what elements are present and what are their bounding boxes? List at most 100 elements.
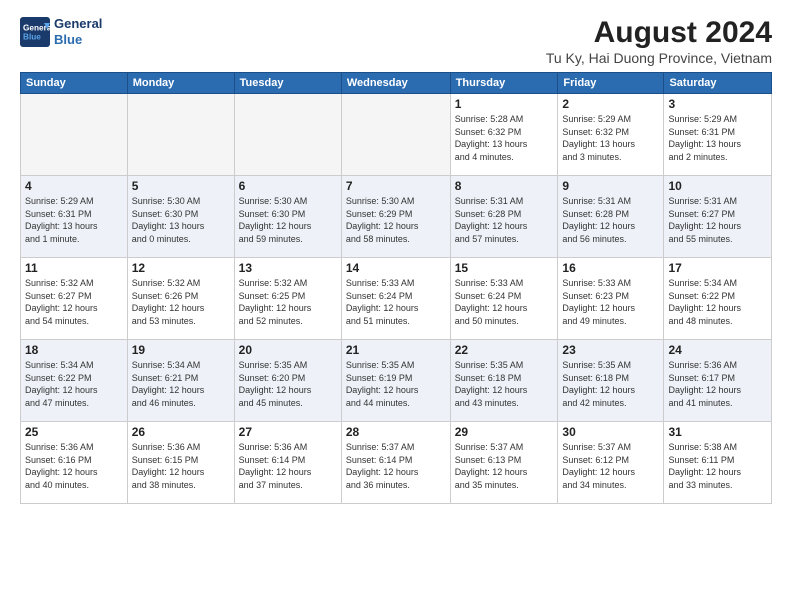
calendar-cell: 31 Sunrise: 5:38 AM Sunset: 6:11 PM Dayli…: [664, 422, 772, 504]
calendar-cell: [234, 94, 341, 176]
day-info: Sunrise: 5:37 AM Sunset: 6:13 PM Dayligh…: [455, 441, 554, 491]
calendar-cell: 19 Sunrise: 5:34 AM Sunset: 6:21 PM Dayli…: [127, 340, 234, 422]
day-number: 22: [455, 343, 554, 357]
week-row-1: 1 Sunrise: 5:28 AM Sunset: 6:32 PM Daylig…: [21, 94, 772, 176]
day-number: 21: [346, 343, 446, 357]
day-number: 17: [668, 261, 767, 275]
calendar-cell: 20 Sunrise: 5:35 AM Sunset: 6:20 PM Dayli…: [234, 340, 341, 422]
calendar-cell: 15 Sunrise: 5:33 AM Sunset: 6:24 PM Dayli…: [450, 258, 558, 340]
day-number: 11: [25, 261, 123, 275]
calendar-cell: 6Sunrise: 5:30 AM Sunset: 6:30 PM Daylig…: [234, 176, 341, 258]
day-info: Sunrise: 5:36 AM Sunset: 6:15 PM Dayligh…: [132, 441, 230, 491]
calendar-cell: 7 Sunrise: 5:30 AM Sunset: 6:29 PM Daylig…: [341, 176, 450, 258]
page: General Blue General Blue August 2024 Tu…: [0, 0, 792, 612]
svg-text:Blue: Blue: [23, 32, 41, 41]
calendar-cell: 17 Sunrise: 5:34 AM Sunset: 6:22 PM Dayli…: [664, 258, 772, 340]
calendar-cell: [341, 94, 450, 176]
weekday-header-row: SundayMondayTuesdayWednesdayThursdayFrid…: [21, 73, 772, 94]
day-info: Sunrise: 5:29 AM Sunset: 6:31 PM Dayligh…: [668, 113, 767, 163]
week-row-4: 18Sunrise: 5:34 AM Sunset: 6:22 PM Dayli…: [21, 340, 772, 422]
day-number: 1: [455, 97, 554, 111]
calendar-cell: 28 Sunrise: 5:37 AM Sunset: 6:14 PM Dayli…: [341, 422, 450, 504]
day-info: Sunrise: 5:28 AM Sunset: 6:32 PM Dayligh…: [455, 113, 554, 163]
day-number: 20: [239, 343, 337, 357]
day-info: Sunrise: 5:34 AM Sunset: 6:22 PM Dayligh…: [668, 277, 767, 327]
day-info: Sunrise: 5:30 AM Sunset: 6:30 PM Dayligh…: [239, 195, 337, 245]
day-number: 30: [562, 425, 659, 439]
day-number: 4: [25, 179, 123, 193]
weekday-header-tuesday: Tuesday: [234, 73, 341, 94]
day-info: Sunrise: 5:33 AM Sunset: 6:24 PM Dayligh…: [455, 277, 554, 327]
calendar-cell: 24 Sunrise: 5:36 AM Sunset: 6:17 PM Dayli…: [664, 340, 772, 422]
day-number: 13: [239, 261, 337, 275]
day-number: 10: [668, 179, 767, 193]
day-number: 28: [346, 425, 446, 439]
day-number: 14: [346, 261, 446, 275]
header: General Blue General Blue August 2024 Tu…: [20, 16, 772, 66]
day-info: Sunrise: 5:35 AM Sunset: 6:18 PM Dayligh…: [562, 359, 659, 409]
day-info: Sunrise: 5:35 AM Sunset: 6:20 PM Dayligh…: [239, 359, 337, 409]
calendar-table: SundayMondayTuesdayWednesdayThursdayFrid…: [20, 72, 772, 504]
day-info: Sunrise: 5:35 AM Sunset: 6:19 PM Dayligh…: [346, 359, 446, 409]
day-number: 26: [132, 425, 230, 439]
weekday-header-monday: Monday: [127, 73, 234, 94]
day-info: Sunrise: 5:37 AM Sunset: 6:12 PM Dayligh…: [562, 441, 659, 491]
day-number: 16: [562, 261, 659, 275]
calendar-cell: 1 Sunrise: 5:28 AM Sunset: 6:32 PM Daylig…: [450, 94, 558, 176]
calendar-cell: 26 Sunrise: 5:36 AM Sunset: 6:15 PM Dayli…: [127, 422, 234, 504]
calendar-cell: 4Sunrise: 5:29 AM Sunset: 6:31 PM Daylig…: [21, 176, 128, 258]
day-number: 9: [562, 179, 659, 193]
day-number: 24: [668, 343, 767, 357]
day-info: Sunrise: 5:33 AM Sunset: 6:23 PM Dayligh…: [562, 277, 659, 327]
calendar-cell: 22 Sunrise: 5:35 AM Sunset: 6:18 PM Dayli…: [450, 340, 558, 422]
day-info: Sunrise: 5:32 AM Sunset: 6:26 PM Dayligh…: [132, 277, 230, 327]
calendar-cell: 23 Sunrise: 5:35 AM Sunset: 6:18 PM Dayli…: [558, 340, 664, 422]
calendar-cell: 2Sunrise: 5:29 AM Sunset: 6:32 PM Daylig…: [558, 94, 664, 176]
day-number: 31: [668, 425, 767, 439]
calendar-cell: 8 Sunrise: 5:31 AM Sunset: 6:28 PM Daylig…: [450, 176, 558, 258]
day-info: Sunrise: 5:34 AM Sunset: 6:21 PM Dayligh…: [132, 359, 230, 409]
day-number: 29: [455, 425, 554, 439]
logo-icon: General Blue: [20, 17, 50, 47]
calendar-cell: 11Sunrise: 5:32 AM Sunset: 6:27 PM Dayli…: [21, 258, 128, 340]
calendar-title: August 2024: [546, 16, 772, 50]
day-number: 23: [562, 343, 659, 357]
week-row-3: 11Sunrise: 5:32 AM Sunset: 6:27 PM Dayli…: [21, 258, 772, 340]
calendar-cell: 13Sunrise: 5:32 AM Sunset: 6:25 PM Dayli…: [234, 258, 341, 340]
day-number: 7: [346, 179, 446, 193]
day-number: 27: [239, 425, 337, 439]
weekday-header-friday: Friday: [558, 73, 664, 94]
day-info: Sunrise: 5:36 AM Sunset: 6:17 PM Dayligh…: [668, 359, 767, 409]
day-info: Sunrise: 5:36 AM Sunset: 6:14 PM Dayligh…: [239, 441, 337, 491]
calendar-cell: 30 Sunrise: 5:37 AM Sunset: 6:12 PM Dayli…: [558, 422, 664, 504]
day-number: 2: [562, 97, 659, 111]
day-number: 25: [25, 425, 123, 439]
calendar-cell: 9 Sunrise: 5:31 AM Sunset: 6:28 PM Daylig…: [558, 176, 664, 258]
day-number: 3: [668, 97, 767, 111]
weekday-header-thursday: Thursday: [450, 73, 558, 94]
day-info: Sunrise: 5:34 AM Sunset: 6:22 PM Dayligh…: [25, 359, 123, 409]
day-info: Sunrise: 5:37 AM Sunset: 6:14 PM Dayligh…: [346, 441, 446, 491]
weekday-header-wednesday: Wednesday: [341, 73, 450, 94]
day-info: Sunrise: 5:38 AM Sunset: 6:11 PM Dayligh…: [668, 441, 767, 491]
weekday-header-sunday: Sunday: [21, 73, 128, 94]
week-row-2: 4Sunrise: 5:29 AM Sunset: 6:31 PM Daylig…: [21, 176, 772, 258]
logo: General Blue General Blue: [20, 16, 102, 47]
day-info: Sunrise: 5:31 AM Sunset: 6:28 PM Dayligh…: [455, 195, 554, 245]
calendar-cell: 18Sunrise: 5:34 AM Sunset: 6:22 PM Dayli…: [21, 340, 128, 422]
day-info: Sunrise: 5:33 AM Sunset: 6:24 PM Dayligh…: [346, 277, 446, 327]
calendar-subtitle: Tu Ky, Hai Duong Province, Vietnam: [546, 50, 772, 66]
day-info: Sunrise: 5:31 AM Sunset: 6:28 PM Dayligh…: [562, 195, 659, 245]
calendar-cell: 21 Sunrise: 5:35 AM Sunset: 6:19 PM Dayli…: [341, 340, 450, 422]
calendar-cell: [21, 94, 128, 176]
calendar-cell: 3 Sunrise: 5:29 AM Sunset: 6:31 PM Daylig…: [664, 94, 772, 176]
day-number: 8: [455, 179, 554, 193]
day-number: 12: [132, 261, 230, 275]
week-row-5: 25 Sunrise: 5:36 AM Sunset: 6:16 PM Dayli…: [21, 422, 772, 504]
day-info: Sunrise: 5:31 AM Sunset: 6:27 PM Dayligh…: [668, 195, 767, 245]
day-info: Sunrise: 5:30 AM Sunset: 6:29 PM Dayligh…: [346, 195, 446, 245]
day-info: Sunrise: 5:35 AM Sunset: 6:18 PM Dayligh…: [455, 359, 554, 409]
day-info: Sunrise: 5:36 AM Sunset: 6:16 PM Dayligh…: [25, 441, 123, 491]
day-number: 15: [455, 261, 554, 275]
day-number: 19: [132, 343, 230, 357]
